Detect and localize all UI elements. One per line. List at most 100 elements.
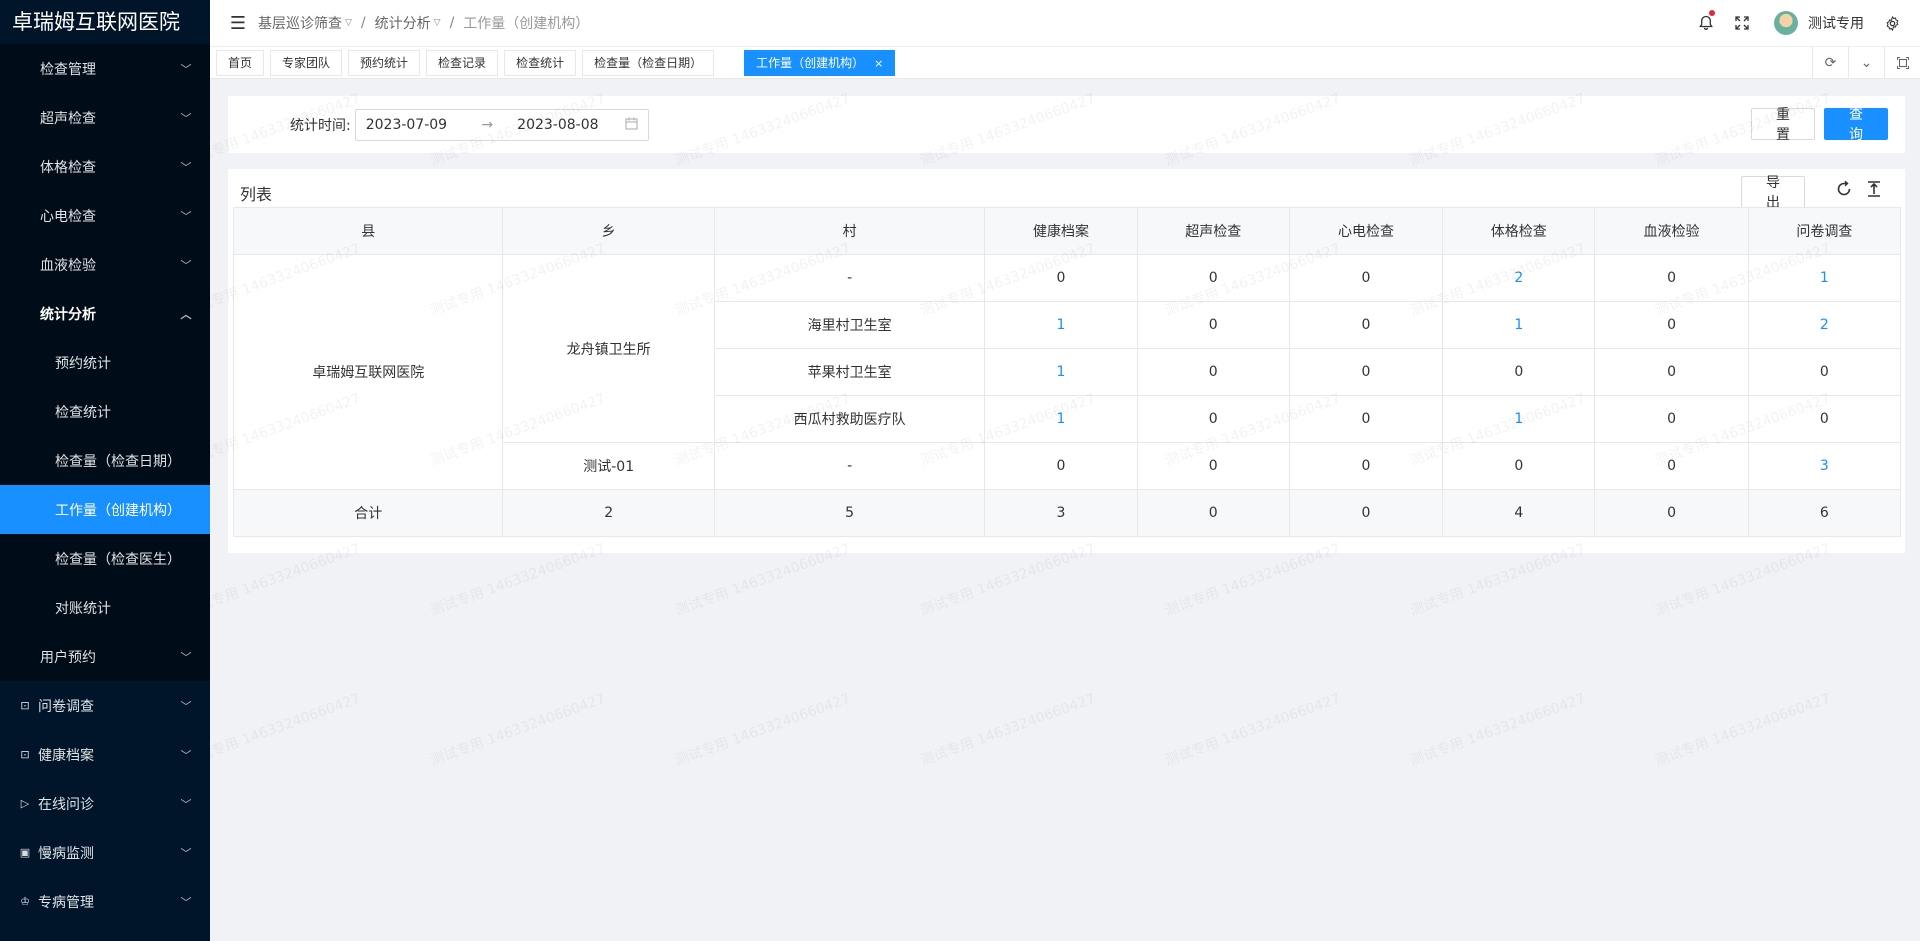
chevron-down-icon[interactable]: ⌄ [1848,46,1884,79]
column-header: 血液检验 [1594,207,1749,255]
watermark-text: 测试专用 14633240660427 [1653,690,1833,770]
bell-icon[interactable] [1688,0,1724,47]
count-link[interactable]: 2 [1442,254,1596,302]
count-link[interactable]: 2 [1747,301,1902,349]
tab-item[interactable]: 预约统计 [348,49,421,76]
chevron-down-icon: ﹀ [180,797,192,811]
sidebar-item[interactable]: ▣ 慢病监测 ﹀ [0,828,210,877]
watermark-text: 测试专用 14633240660427 [1408,690,1588,770]
sidebar-item[interactable]: 心电检查 ﹀ [0,191,210,240]
sidebar-item-label: 体格检查 [40,159,96,176]
close-icon[interactable]: × [874,57,883,70]
count-cell: 0 [1288,442,1444,490]
username[interactable]: 测试专用 [1808,13,1864,33]
sidebar-item[interactable]: 工作量（创建机构） [0,485,210,534]
maximize-icon[interactable] [1884,46,1920,79]
count-link[interactable]: 1 [1747,254,1902,302]
menu-fold-icon[interactable]: ☰ [218,0,258,47]
reset-button[interactable]: 重 置 [1751,107,1815,143]
sidebar-item-label: 工作量（创建机构） [55,502,181,519]
breadcrumb-item-screening[interactable]: 基层巡诊筛查 ▽ [258,13,352,33]
count-cell: 0 [1288,395,1444,443]
column-header: 心电检查 [1288,207,1444,255]
crown-icon: ♔ [20,895,30,908]
fullscreen-icon[interactable] [1724,0,1760,47]
table-header-row: 县乡村健康档案 超声检查 心电检查 体格检查 血液检验 问卷调查 [232,207,1902,255]
chevron-up-icon: ︿ [180,307,192,321]
sidebar-item[interactable]: ⊡ 问卷调查 ﹀ [0,681,210,730]
sidebar-item[interactable]: ▷ 在线问诊 ﹀ [0,779,210,828]
page-tabs: 首页 专家团队 预约统计 检查记录 检查统计 检查量（检查日期） 工作量（创建机构） × ⟳… [210,46,1920,79]
sidebar-item-label: 检查管理 [40,61,96,78]
total-value: 3 [984,489,1138,537]
count-link[interactable]: 1 [1442,395,1596,443]
query-button[interactable]: 查 询 [1824,107,1888,143]
settings-gear-icon[interactable] [1874,0,1910,47]
sidebar-item[interactable]: 检查量（检查日期） [0,436,210,485]
count-cell: 0 [1747,348,1902,396]
export-button[interactable]: 导 出 [1741,175,1805,211]
sidebar-item[interactable]: 检查量（检查医生） [0,534,210,583]
list-title: 列表 [240,185,273,204]
breadcrumb-item-stats[interactable]: 统计分析 ▽ [375,13,441,33]
total-town-count: 2 [502,489,715,537]
count-cell: 0 [1288,301,1444,349]
tab-item[interactable]: 检查量（检查日期） [582,49,715,76]
sidebar-item-label: 预约统计 [55,355,111,372]
sidebar-item-label: 专病管理 [38,894,94,911]
count-link[interactable]: 3 [1747,442,1902,490]
sidebar-item[interactable]: ♔ 专病管理 ﹀ [0,877,210,926]
search-card: 统计时间: 2023-07-09 → 2023-08-08 重 置 查 询 [228,96,1905,153]
tab-item[interactable]: 首页 [216,49,265,76]
count-link[interactable]: 1 [1442,301,1596,349]
form-icon: ⊡ [20,699,30,712]
top-header: ☰ 基层巡诊筛查 ▽ / 统计分析 ▽ / 工作量（创建机构） 测试专用 [210,0,1920,47]
count-link[interactable]: 1 [984,301,1138,349]
chevron-down-icon: ﹀ [180,62,192,76]
count-cell: 0 [1136,254,1290,302]
calendar-icon[interactable] [625,117,638,133]
start-date-input[interactable]: 2023-07-09 [366,117,468,133]
sidebar-item[interactable]: 用户预约 ﹀ [0,632,210,681]
count-cell: 0 [1442,348,1596,396]
arrow-right-icon: → [481,116,494,133]
sidebar: 卓瑞姆互联网医院 检查管理 ﹀ 超声检查 ﹀ 体格检查 ﹀ 心电检查 ﹀ 血液检验 ﹀ 统计分析 ︿ 预… [0,0,210,941]
count-cell: 0 [1288,254,1444,302]
village-cell: - [713,442,986,490]
date-range-picker[interactable]: 2023-07-09 → 2023-08-08 [354,108,649,141]
sidebar-item-label: 检查量（检查日期） [55,453,181,470]
count-cell: 0 [984,254,1138,302]
tab-item[interactable]: 检查记录 [426,49,499,76]
sidebar-item[interactable]: 检查统计 [0,387,210,436]
tab-item[interactable]: 检查统计 [504,49,577,76]
sidebar-item[interactable]: 对账统计 [0,583,210,632]
end-date-input[interactable]: 2023-08-08 [517,117,625,133]
sidebar-item-label: 在线问诊 [38,796,94,813]
column-header: 县 [232,207,504,255]
total-row: 合计 2 5 3 0 0 4 0 6 [232,489,1902,537]
sidebar-item[interactable]: 血液检验 ﹀ [0,240,210,289]
sidebar-item[interactable]: 超声检查 ﹀ [0,93,210,142]
column-height-icon[interactable] [1862,177,1886,201]
sidebar-item[interactable]: 体格检查 ﹀ [0,142,210,191]
sidebar-item[interactable]: 检查管理 ﹀ [0,44,210,93]
count-link[interactable]: 1 [984,348,1138,396]
reload-icon[interactable] [1832,177,1856,201]
refresh-icon[interactable]: ⟳ [1812,46,1848,79]
sidebar-item[interactable]: 预约统计 [0,338,210,387]
monitor-icon: ▣ [19,846,31,859]
sidebar-item-label: 慢病监测 [38,845,94,862]
table-row: 卓瑞姆互联网医院 龙舟镇卫生所 -0 0 0 2 0 1 [232,254,1902,490]
sidebar-item[interactable]: 统计分析 ︿ [0,289,210,338]
count-link[interactable]: 1 [984,395,1138,443]
list-card: 列表 导 出 县乡村健康档案 超声检查 心电检查 体格检查 血液检验 问卷调查 卓瑞姆互联… [228,169,1905,553]
tab-workload-active[interactable]: 工作量（创建机构） × [744,49,896,76]
sidebar-item-label: 超声检查 [40,110,96,127]
avatar[interactable] [1774,11,1798,35]
chevron-down-icon: ﹀ [180,895,192,909]
tab-item[interactable]: 专家团队 [270,49,343,76]
sidebar-item-label: 检查量（检查医生） [55,551,181,568]
column-header: 乡 [502,207,715,255]
sidebar-item[interactable]: ⊡ 健康档案 ﹀ [0,730,210,779]
count-cell: 0 [1594,301,1749,349]
